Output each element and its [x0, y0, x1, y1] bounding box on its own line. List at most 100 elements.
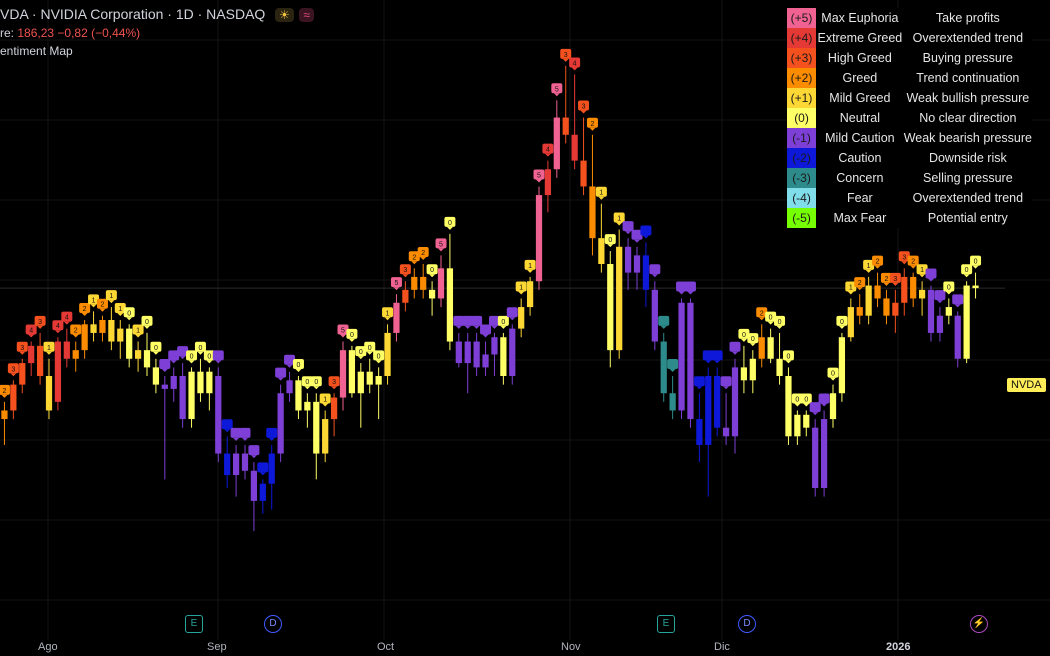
sentiment-marker-tip	[340, 334, 346, 338]
sentiment-marker-tip	[179, 356, 186, 360]
sentiment-marker-tip	[322, 403, 329, 407]
sentiment-marker-label: 0	[831, 371, 835, 378]
candle-body	[152, 367, 160, 385]
sentiment-marker-label: 3	[11, 366, 15, 373]
sentiment-marker-tip	[63, 321, 70, 325]
candle-body	[936, 315, 944, 333]
change-value: −0,82 (−0,44%)	[57, 26, 141, 40]
sentiment-marker-label: 2	[83, 306, 87, 313]
sentiment-marker	[239, 427, 251, 438]
legend-swatch: (0)	[787, 108, 817, 128]
legend-description: Downside risk	[928, 151, 1007, 165]
sentiment-marker-label: 3	[20, 345, 24, 352]
sentiment-marker-label: 0	[199, 345, 203, 352]
candle-body	[1, 410, 8, 420]
sentiment-marker-label: 1	[386, 310, 390, 317]
legend-row: (-1) Mild Caution Weak bearish pressure	[787, 128, 1032, 148]
legend-label: Greed	[842, 71, 878, 85]
candle-body	[411, 276, 418, 290]
candle-body	[170, 376, 177, 389]
sentiment-marker-tip	[972, 265, 979, 269]
sentiment-marker-tip	[473, 325, 480, 329]
candle-body	[63, 341, 70, 359]
candle-body	[705, 376, 712, 445]
sentiment-marker-tip	[669, 369, 676, 372]
sentiment-marker-label: 0	[127, 310, 131, 317]
candle-body	[687, 302, 694, 420]
sentiment-marker-tip	[250, 455, 257, 459]
sentiment-marker-tip	[28, 334, 35, 338]
candle-body	[339, 350, 347, 398]
sentiment-marker-label: 0	[778, 319, 782, 326]
sentiment-marker-tip	[776, 325, 783, 329]
sentiment-marker-tip	[482, 334, 489, 338]
candle-body	[54, 341, 62, 402]
sentiment-marker-tip	[625, 231, 632, 235]
sentiment-marker-tip	[446, 226, 453, 230]
candle-body	[749, 358, 756, 381]
legend-row: (+4) Extreme Greed Overextended trend	[787, 28, 1032, 48]
sentiment-marker-label: 1	[849, 284, 853, 291]
sentiment-marker-label: 3	[403, 267, 407, 274]
candle-body	[571, 134, 578, 161]
sentiment-marker-tip	[963, 274, 970, 278]
candle-body	[90, 324, 97, 333]
sentiment-marker-label: 0	[430, 267, 434, 274]
earnings-icon[interactable]: E	[657, 615, 675, 633]
sentiment-marker-tip	[571, 67, 578, 71]
x-label-ago: Ago	[38, 641, 58, 653]
sentiment-marker-label: 1	[920, 267, 924, 274]
sentiment-marker-tip	[758, 317, 765, 321]
candle-body	[117, 328, 124, 342]
sentiment-marker-label: 0	[377, 353, 381, 360]
split-icon[interactable]: ⚡	[970, 615, 988, 633]
earnings-icon[interactable]: E	[185, 615, 203, 633]
sentiment-marker-label: 0	[608, 237, 612, 244]
sentiment-marker-label: 0	[965, 267, 969, 274]
candle-body	[660, 341, 667, 394]
candle-body	[473, 341, 480, 368]
sentiment-marker-tip	[161, 369, 168, 372]
candle-body	[322, 419, 329, 454]
sentiment-marker-label: 0	[190, 353, 194, 360]
candle-body	[526, 281, 534, 308]
legend-description: Weak bearish pressure	[903, 131, 1032, 145]
candle-body	[36, 345, 44, 376]
sentiment-marker	[480, 324, 492, 335]
sentiment-marker	[729, 341, 741, 352]
legend-swatch: (+2)	[787, 68, 817, 88]
sentiment-marker	[667, 359, 679, 369]
sentiment-marker-label: 5	[341, 328, 345, 335]
sentiment-marker-tip	[856, 287, 863, 291]
dividend-icon[interactable]: D	[738, 615, 756, 633]
sentiment-marker-label: 1	[528, 263, 532, 270]
legend-row: (+5) Max Euphoria Take profits	[787, 8, 1032, 28]
legend-row: (-2) Caution Downside risk	[787, 148, 1032, 168]
sentiment-marker	[248, 445, 260, 456]
sentiment-marker-tip	[723, 386, 730, 390]
sentiment-marker-label: 4	[29, 328, 33, 335]
sentiment-marker-tip	[206, 360, 213, 364]
wave-icon[interactable]: ≈	[299, 8, 314, 22]
legend-swatch: (-3)	[787, 168, 817, 188]
candle-body	[767, 337, 774, 359]
x-label-2026: 2026	[886, 641, 911, 653]
sentiment-marker-tip	[126, 317, 133, 321]
candle-body	[642, 255, 650, 290]
legend-description: Weak bullish pressure	[906, 91, 1030, 105]
price-row: re: 186,23 −0,82 (−0,44%)	[0, 26, 140, 40]
indicator-name[interactable]: entiment Map	[0, 44, 73, 58]
candle-body	[598, 238, 605, 264]
legend-label: Mild Caution	[825, 131, 895, 145]
candle-body	[616, 246, 623, 351]
sentiment-marker-tip	[304, 386, 311, 390]
candle-body	[829, 393, 837, 420]
sentiment-marker-tip	[10, 373, 17, 377]
candle-body	[580, 160, 587, 187]
sun-icon[interactable]: ☀	[274, 8, 294, 22]
sentiment-marker-label: 1	[136, 328, 140, 335]
candle-body	[437, 268, 445, 299]
legend-description: Potential entry	[927, 211, 1008, 225]
dividend-icon[interactable]: D	[264, 615, 282, 633]
candle-body	[731, 367, 739, 437]
